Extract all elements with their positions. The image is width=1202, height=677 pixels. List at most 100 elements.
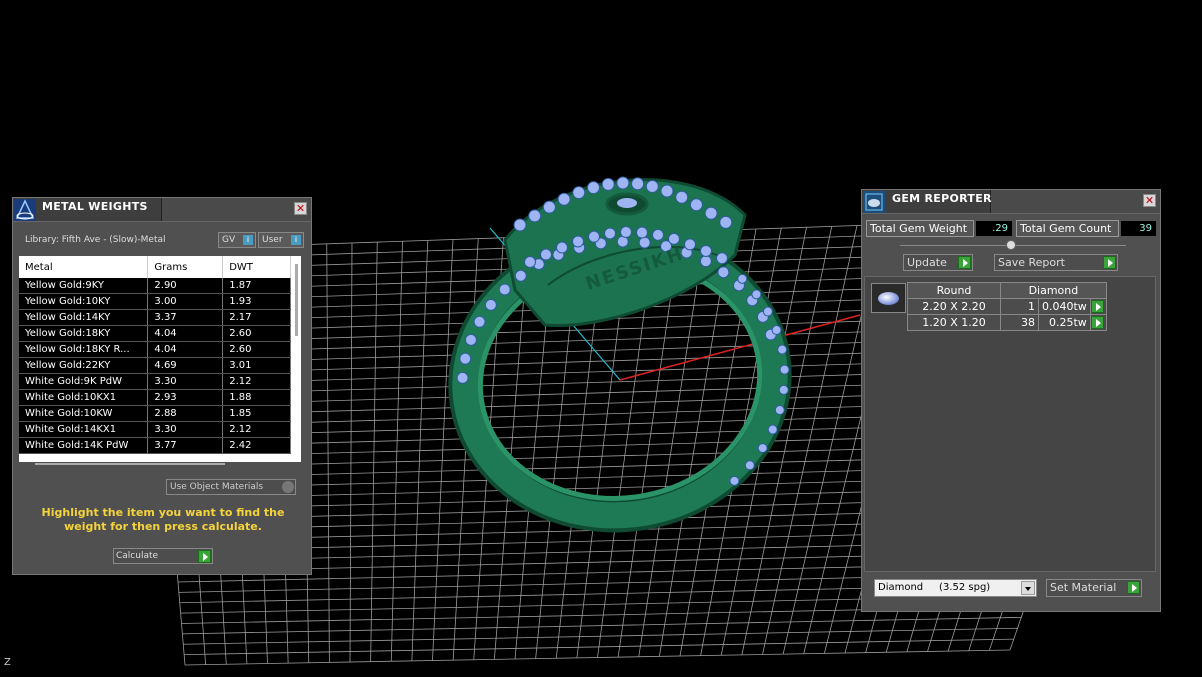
pyramid-logo-icon: [14, 199, 36, 221]
gem-weight-cell: 0.040tw: [1038, 298, 1091, 315]
play-arrow-icon[interactable]: [1090, 316, 1104, 330]
grams-cell: 3.30: [147, 421, 224, 438]
calculate-button[interactable]: Calculate: [113, 548, 213, 564]
radio-icon[interactable]: [282, 481, 294, 493]
total-gem-weight-value: .29: [976, 221, 1012, 236]
ring-model[interactable]: NESSIKH: [448, 176, 793, 535]
dwt-cell: 1.85: [222, 405, 291, 422]
gem-size-cell: 2.20 X 2.20: [907, 298, 1001, 315]
z-axis-label: Z: [4, 657, 11, 668]
grams-cell: 3.00: [147, 293, 224, 310]
grams-cell: 4.69: [147, 357, 224, 374]
play-arrow-icon[interactable]: [1090, 300, 1104, 314]
close-icon[interactable]: ✕: [294, 202, 307, 215]
update-button[interactable]: Update: [903, 254, 973, 271]
dwt-cell: 2.60: [222, 325, 291, 342]
metal-cell: Yellow Gold:9KY: [19, 278, 149, 294]
play-arrow-icon: [958, 256, 971, 269]
total-gem-count-label: Total Gem Count: [1016, 220, 1119, 237]
gem-weight-cell: 0.25tw: [1038, 314, 1091, 331]
metal-cell: White Gold:10KW: [19, 405, 149, 422]
table-row[interactable]: White Gold:10KX1 2.93 1.88: [19, 389, 291, 406]
table-row[interactable]: White Gold:14K PdW 3.77 2.42: [19, 437, 291, 454]
user-toggle[interactable]: User i: [258, 232, 304, 248]
dwt-cell: 1.87: [222, 278, 291, 294]
calculate-label: Calculate: [116, 551, 159, 561]
metal-table-container[interactable]: Metal Grams DWT Yellow Gold:9KY 2.90 1.87 Y…: [19, 256, 301, 462]
dwt-cell: 2.12: [222, 373, 291, 390]
table-row[interactable]: Yellow Gold:9KY 2.90 1.87: [19, 278, 291, 294]
total-gem-count-value: 39: [1121, 221, 1156, 236]
library-label: Library: Fifth Ave - (Slow)-Metal: [25, 235, 166, 245]
save-report-label: Save Report: [998, 256, 1065, 269]
metal-cell: Yellow Gold:22KY: [19, 357, 149, 374]
table-row[interactable]: White Gold:9K PdW 3.30 2.12: [19, 373, 291, 390]
grams-cell: 3.37: [147, 309, 224, 326]
set-material-label: Set Material: [1050, 581, 1117, 594]
gem-row[interactable]: 2.20 X 2.20 1 0.040tw: [907, 298, 1107, 315]
grams-cell: 2.93: [147, 389, 224, 406]
dwt-cell: 3.01: [222, 357, 291, 374]
gem-row-action: [1089, 298, 1107, 315]
horizontal-scrollbar[interactable]: [35, 463, 225, 465]
gv-toggle[interactable]: GV i: [218, 232, 256, 248]
grams-cell: 2.90: [147, 278, 224, 294]
gem-reporter-title: GEM REPORTER: [892, 192, 992, 205]
metal-cell: Yellow Gold:14KY: [19, 309, 149, 326]
table-row[interactable]: Yellow Gold:10KY 3.00 1.93: [19, 293, 291, 310]
metal-cell: White Gold:9K PdW: [19, 373, 149, 390]
gem-material-header: Diamond: [1000, 282, 1107, 299]
column-header-grams[interactable]: Grams: [147, 256, 224, 278]
column-header-dwt[interactable]: DWT: [222, 256, 291, 278]
column-header-metal[interactable]: Metal: [19, 256, 149, 278]
dwt-cell: 2.42: [222, 437, 291, 454]
gem-table: Round Diamond 2.20 X 2.20 1 0.040tw 1.20 X …: [907, 282, 1107, 331]
gem-logo-icon: [863, 191, 885, 213]
chevron-down-icon[interactable]: [1021, 581, 1035, 595]
table-row[interactable]: White Gold:10KW 2.88 1.85: [19, 405, 291, 422]
grams-cell: 4.04: [147, 325, 224, 342]
set-material-button[interactable]: Set Material: [1046, 579, 1142, 597]
dwt-cell: 2.60: [222, 341, 291, 358]
gem-reporter-titlebar[interactable]: GEM REPORTER ✕: [862, 190, 1160, 214]
use-object-materials-field[interactable]: Use Object Materials: [166, 479, 296, 495]
metal-cell: Yellow Gold:10KY: [19, 293, 149, 310]
material-select[interactable]: Diamond (3.52 spg): [874, 579, 1037, 597]
update-label: Update: [907, 256, 947, 269]
gem-reporter-panel: GEM REPORTER ✕ Total Gem Weight .29 Tota…: [861, 189, 1161, 612]
gem-shape-header: Round: [907, 282, 1001, 299]
gem-count-cell: 38: [1000, 314, 1039, 331]
info-icon: i: [243, 235, 253, 245]
play-arrow-icon: [1127, 581, 1140, 594]
play-arrow-icon: [198, 550, 211, 563]
metal-cell: White Gold:14K PdW: [19, 437, 149, 454]
vertical-scrollbar[interactable]: [295, 264, 298, 336]
gem-count-cell: 1: [1000, 298, 1039, 315]
info-icon: i: [291, 235, 301, 245]
gem-row-action: [1089, 314, 1107, 331]
round-gem-icon[interactable]: [871, 283, 906, 313]
table-row[interactable]: Yellow Gold:18KY R... 4.04 2.60: [19, 341, 291, 358]
table-row[interactable]: Yellow Gold:22KY 4.69 3.01: [19, 357, 291, 374]
grams-cell: 2.88: [147, 405, 224, 422]
dwt-cell: 1.88: [222, 389, 291, 406]
gem-size-cell: 1.20 X 1.20: [907, 314, 1001, 331]
grams-cell: 3.30: [147, 373, 224, 390]
metal-cell: Yellow Gold:18KY R...: [19, 341, 149, 358]
metal-weights-titlebar[interactable]: METAL WEIGHTS ✕: [13, 198, 311, 222]
metal-weights-panel: METAL WEIGHTS ✕ Library: Fifth Ave - (Sl…: [12, 197, 312, 575]
collapse-handle-icon[interactable]: [1006, 240, 1016, 250]
metal-cell: Yellow Gold:18KY: [19, 325, 149, 342]
gem-row[interactable]: 1.20 X 1.20 38 0.25tw: [907, 314, 1107, 331]
table-row[interactable]: White Gold:14KX1 3.30 2.12: [19, 421, 291, 438]
save-report-button[interactable]: Save Report: [994, 254, 1118, 271]
dwt-cell: 2.12: [222, 421, 291, 438]
gv-toggle-label: GV: [222, 235, 236, 245]
total-gem-weight-label: Total Gem Weight: [866, 220, 974, 237]
table-row[interactable]: Yellow Gold:14KY 3.37 2.17: [19, 309, 291, 326]
close-icon[interactable]: ✕: [1143, 194, 1156, 207]
metal-cell: White Gold:10KX1: [19, 389, 149, 406]
dwt-cell: 2.17: [222, 309, 291, 326]
metal-table-header: Metal Grams DWT: [19, 256, 291, 278]
table-row[interactable]: Yellow Gold:18KY 4.04 2.60: [19, 325, 291, 342]
